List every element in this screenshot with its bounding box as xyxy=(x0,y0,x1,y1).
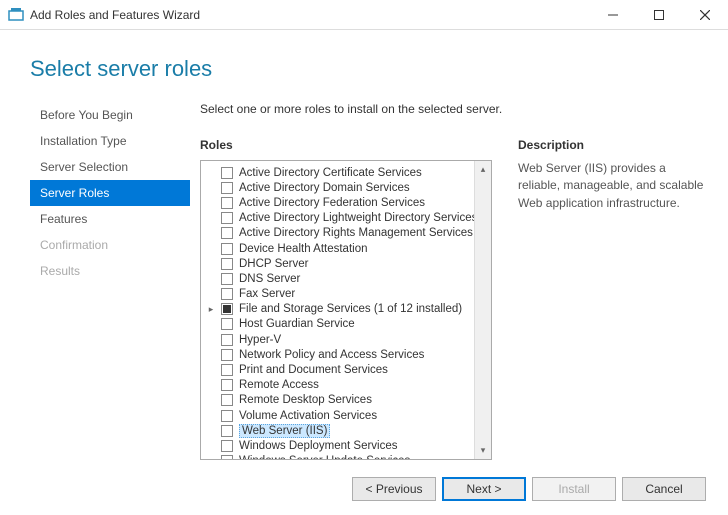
description-text: Web Server (IIS) provides a reliable, ma… xyxy=(518,160,708,212)
description-header: Description xyxy=(518,138,708,152)
role-row[interactable]: Network Policy and Access Services xyxy=(221,347,491,362)
role-row[interactable]: ▸File and Storage Services (1 of 12 inst… xyxy=(221,302,491,317)
role-label[interactable]: Active Directory Lightweight Directory S… xyxy=(239,212,477,224)
role-row[interactable]: Remote Desktop Services xyxy=(221,393,491,408)
role-row[interactable]: Device Health Attestation xyxy=(221,241,491,256)
role-checkbox[interactable] xyxy=(221,349,233,361)
sidebar-item-before-you-begin[interactable]: Before You Begin xyxy=(30,102,190,128)
role-checkbox[interactable] xyxy=(221,455,233,460)
page-heading: Select server roles xyxy=(0,30,728,102)
role-row[interactable]: Web Server (IIS) xyxy=(221,423,491,438)
expand-icon[interactable]: ▸ xyxy=(206,304,216,315)
role-label[interactable]: Remote Desktop Services xyxy=(239,394,372,406)
role-checkbox[interactable] xyxy=(221,212,233,224)
scrollbar[interactable]: ▴ ▾ xyxy=(474,161,491,459)
cancel-button[interactable]: Cancel xyxy=(622,477,706,501)
close-button[interactable] xyxy=(682,0,728,30)
role-checkbox[interactable] xyxy=(221,425,233,437)
minimize-button[interactable] xyxy=(590,0,636,30)
role-row[interactable]: Active Directory Lightweight Directory S… xyxy=(221,211,491,226)
sidebar-item-confirmation: Confirmation xyxy=(30,232,190,258)
role-checkbox[interactable] xyxy=(221,440,233,452)
role-checkbox[interactable] xyxy=(221,334,233,346)
role-checkbox[interactable] xyxy=(221,243,233,255)
role-checkbox[interactable] xyxy=(221,182,233,194)
role-checkbox[interactable] xyxy=(221,364,233,376)
previous-button[interactable]: < Previous xyxy=(352,477,436,501)
role-checkbox[interactable] xyxy=(221,288,233,300)
role-row[interactable]: Hyper-V xyxy=(221,332,491,347)
sidebar-item-installation-type[interactable]: Installation Type xyxy=(30,128,190,154)
role-checkbox[interactable] xyxy=(221,303,233,315)
maximize-button[interactable] xyxy=(636,0,682,30)
role-row[interactable]: Print and Document Services xyxy=(221,362,491,377)
role-label[interactable]: Fax Server xyxy=(239,288,295,300)
role-checkbox[interactable] xyxy=(221,197,233,209)
role-row[interactable]: Fax Server xyxy=(221,287,491,302)
scroll-up-icon[interactable]: ▴ xyxy=(475,161,491,178)
app-icon xyxy=(8,7,24,23)
role-label[interactable]: Network Policy and Access Services xyxy=(239,349,424,361)
role-row[interactable]: Active Directory Federation Services xyxy=(221,195,491,210)
role-label[interactable]: Host Guardian Service xyxy=(239,318,355,330)
role-label[interactable]: DNS Server xyxy=(239,273,300,285)
role-row[interactable]: Active Directory Rights Management Servi… xyxy=(221,226,491,241)
role-label[interactable]: Active Directory Certificate Services xyxy=(239,167,422,179)
install-button: Install xyxy=(532,477,616,501)
titlebar: Add Roles and Features Wizard xyxy=(0,0,728,30)
role-label[interactable]: Web Server (IIS) xyxy=(239,424,330,438)
role-label[interactable]: Active Directory Domain Services xyxy=(239,182,410,194)
role-label[interactable]: File and Storage Services (1 of 12 insta… xyxy=(239,303,462,315)
role-label[interactable]: Device Health Attestation xyxy=(239,243,368,255)
role-row[interactable]: Windows Server Update Services xyxy=(221,454,491,460)
role-row[interactable]: Windows Deployment Services xyxy=(221,438,491,453)
role-checkbox[interactable] xyxy=(221,394,233,406)
roles-listbox[interactable]: Active Directory Certificate Services Act… xyxy=(200,160,492,460)
role-label[interactable]: Active Directory Rights Management Servi… xyxy=(239,227,473,239)
role-label[interactable]: Windows Server Update Services xyxy=(239,455,410,460)
role-row[interactable]: DHCP Server xyxy=(221,256,491,271)
role-row[interactable]: Active Directory Domain Services xyxy=(221,180,491,195)
role-label[interactable]: Remote Access xyxy=(239,379,319,391)
role-row[interactable]: Host Guardian Service xyxy=(221,317,491,332)
wizard-steps-sidebar: Before You BeginInstallation TypeServer … xyxy=(30,102,190,460)
role-checkbox[interactable] xyxy=(221,379,233,391)
role-row[interactable]: DNS Server xyxy=(221,271,491,286)
sidebar-item-server-roles[interactable]: Server Roles xyxy=(30,180,190,206)
role-checkbox[interactable] xyxy=(221,273,233,285)
sidebar-item-features[interactable]: Features xyxy=(30,206,190,232)
role-checkbox[interactable] xyxy=(221,227,233,239)
window-controls xyxy=(590,0,728,30)
roles-header: Roles xyxy=(200,138,492,152)
window-title: Add Roles and Features Wizard xyxy=(30,8,200,22)
role-label[interactable]: Active Directory Federation Services xyxy=(239,197,425,209)
role-label[interactable]: Hyper-V xyxy=(239,334,281,346)
instruction-text: Select one or more roles to install on t… xyxy=(200,102,708,116)
role-checkbox[interactable] xyxy=(221,167,233,179)
role-row[interactable]: Volume Activation Services xyxy=(221,408,491,423)
next-button[interactable]: Next > xyxy=(442,477,526,501)
sidebar-item-server-selection[interactable]: Server Selection xyxy=(30,154,190,180)
role-label[interactable]: Windows Deployment Services xyxy=(239,440,398,452)
footer-buttons: < Previous Next > Install Cancel xyxy=(352,477,706,501)
role-row[interactable]: Remote Access xyxy=(221,378,491,393)
role-checkbox[interactable] xyxy=(221,258,233,270)
role-label[interactable]: Volume Activation Services xyxy=(239,410,377,422)
role-checkbox[interactable] xyxy=(221,318,233,330)
sidebar-item-results: Results xyxy=(30,258,190,284)
role-label[interactable]: Print and Document Services xyxy=(239,364,388,376)
role-checkbox[interactable] xyxy=(221,410,233,422)
role-row[interactable]: Active Directory Certificate Services xyxy=(221,165,491,180)
role-label[interactable]: DHCP Server xyxy=(239,258,308,270)
scroll-down-icon[interactable]: ▾ xyxy=(475,442,491,459)
